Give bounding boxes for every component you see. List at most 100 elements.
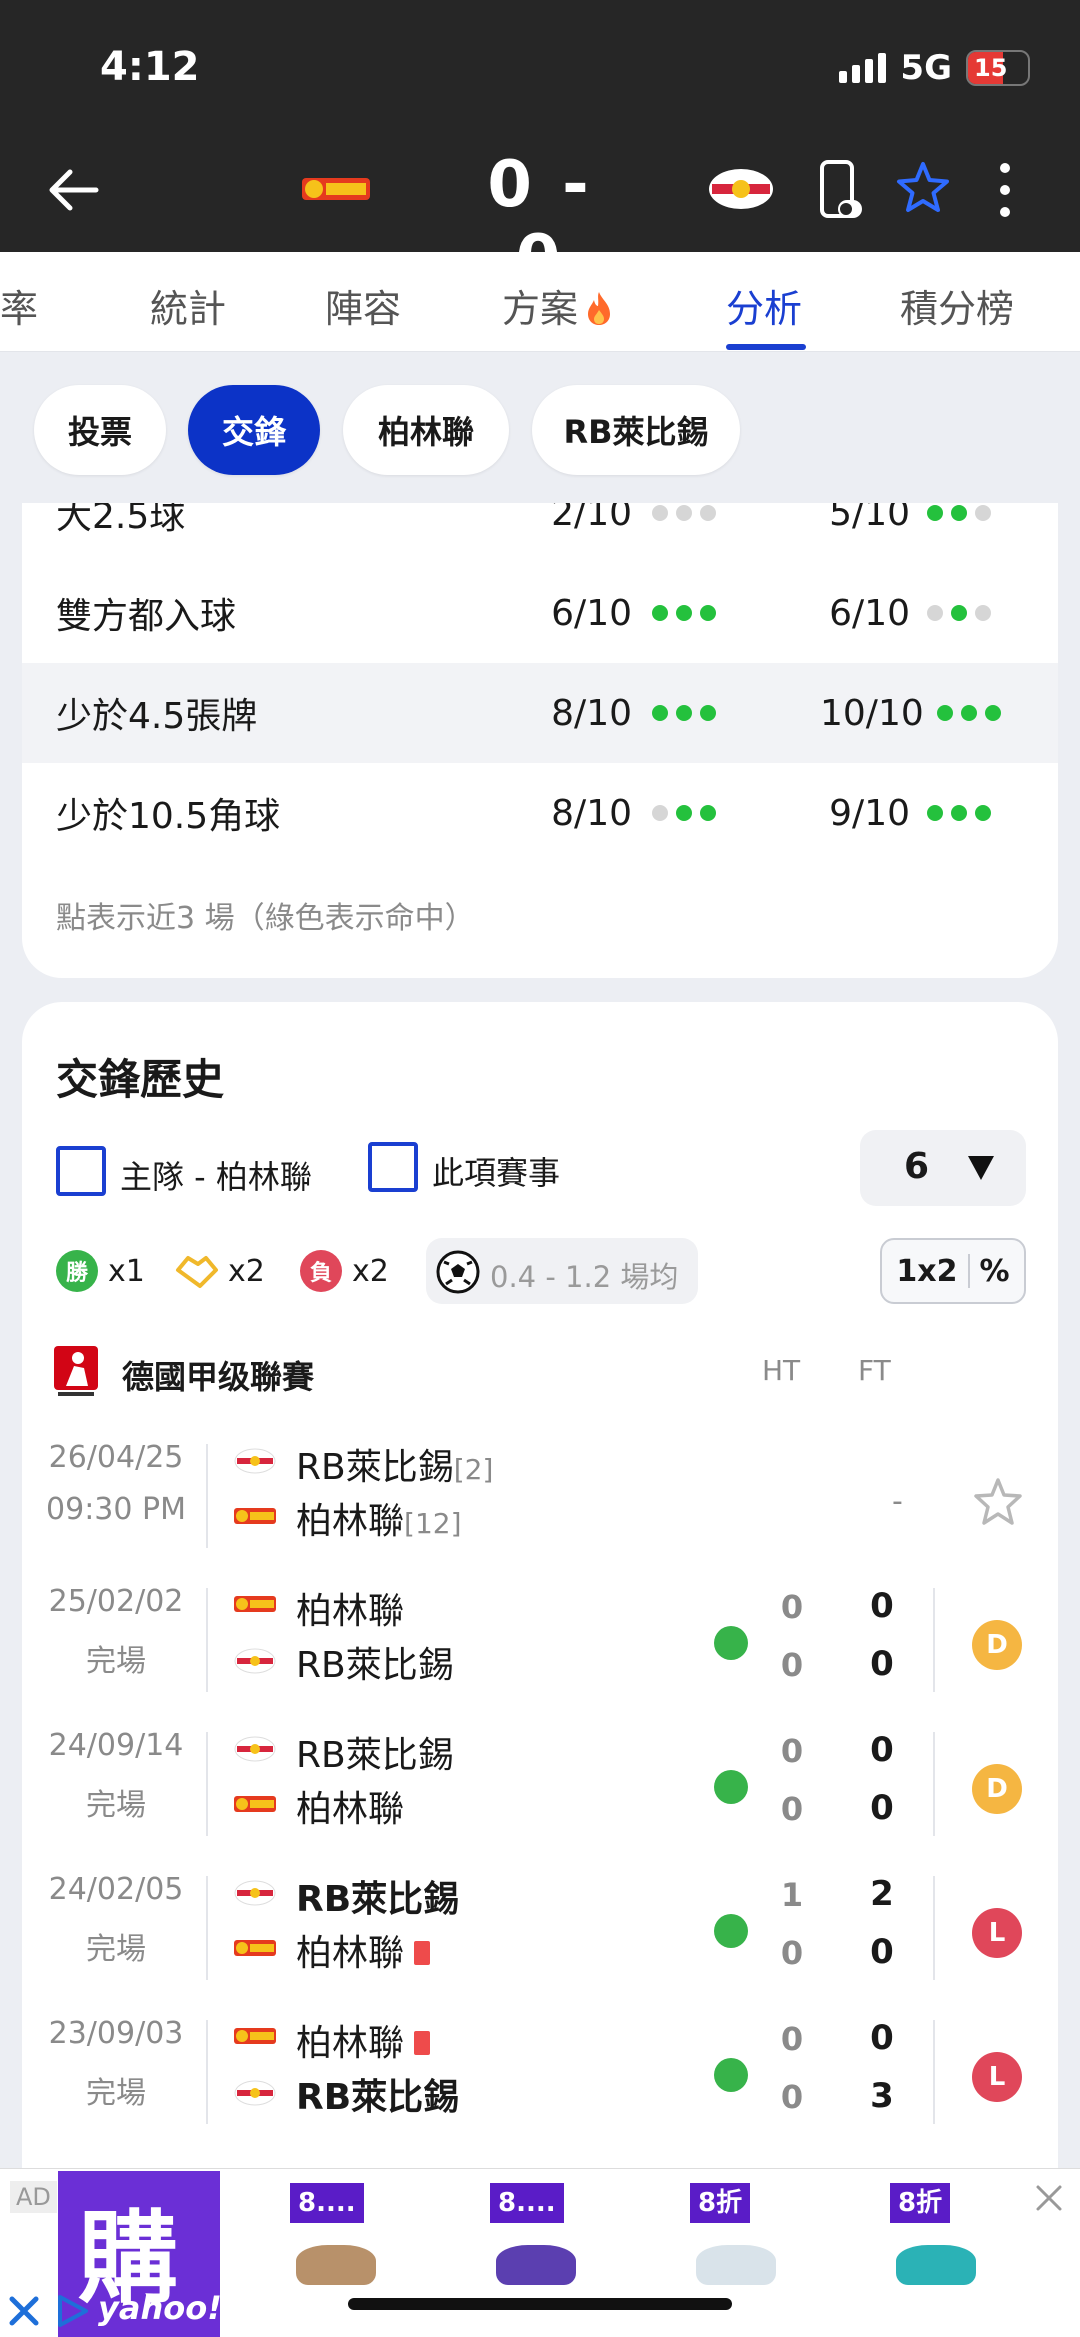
match-stats-icon[interactable] <box>714 1914 748 1948</box>
ft-score-1: 0 <box>870 1730 894 1770</box>
avg-goals-text: 0.4 - 1.2 場均 <box>490 1260 679 1294</box>
ht-score-2: 0 <box>780 1790 804 1828</box>
back-arrow-icon[interactable] <box>44 160 104 220</box>
team-2-name: 柏林聯[12] <box>296 1501 462 1542</box>
ad-product-price: 8.... <box>290 2183 364 2223</box>
away-dots <box>927 805 991 821</box>
ad-product[interactable]: 8.... <box>290 2183 390 2313</box>
league-name: 德國甲级聯賽 <box>122 1358 315 1396</box>
rb-leipzig-logo <box>234 1648 276 1674</box>
stat-label: 雙方都入球 <box>56 596 237 637</box>
tab-standings[interactable]: 積分榜 <box>900 278 1014 333</box>
match-row[interactable]: 25/02/02 完場 柏林聯 RB萊比錫 0 0 0 0 D <box>22 1574 1058 1718</box>
ft-score-1: 0 <box>870 2018 894 2058</box>
stat-row: 少於4.5張牌 8/10 10/10 <box>22 663 1058 763</box>
tab-stats[interactable]: 統計 <box>150 278 226 333</box>
match-row[interactable]: 23/09/03 完場 柏林聯 RB萊比錫 0 0 0 3 L <box>22 2006 1058 2150</box>
shoe-image <box>296 2245 376 2285</box>
home-team-checkbox[interactable] <box>56 1146 106 1196</box>
battery-level: 15 <box>974 54 1008 82</box>
stat-label: 少於4.5張牌 <box>56 696 258 737</box>
stat-label: 少於10.5角球 <box>56 796 281 837</box>
chip-h2h[interactable]: 交鋒 <box>188 385 320 475</box>
tab-tips[interactable]: 方案 <box>502 278 614 333</box>
home-stat: 8/10 <box>551 792 632 834</box>
chip-vote[interactable]: 投票 <box>34 385 166 475</box>
home-team-filter-label: 主隊 - 柏林聯 <box>120 1158 312 1196</box>
team-1-name: 柏林聯 <box>296 2014 431 2066</box>
match-stats-icon[interactable] <box>714 1626 748 1660</box>
ft-score-1: 2 <box>870 1874 894 1914</box>
match-status: 完場 <box>86 1932 146 1967</box>
tab-tips-label: 方案 <box>502 287 579 331</box>
odds-format-toggle[interactable]: 1x2 % <box>880 1238 1026 1304</box>
format-1x2[interactable]: 1x2 <box>896 1254 957 1289</box>
result-badge: L <box>972 1908 1022 1958</box>
away-stat: 9/10 <box>829 792 910 834</box>
shoe-image <box>496 2245 576 2285</box>
win-badge: 勝 <box>56 1250 98 1292</box>
ad-product[interactable]: 8折 <box>690 2183 790 2313</box>
handshake-icon <box>176 1256 218 1288</box>
rb-leipzig-logo <box>234 1448 276 1474</box>
filter-chips: 投票 交鋒 柏林聯 RB萊比錫 <box>0 353 1080 503</box>
format-percent[interactable]: % <box>980 1254 1010 1289</box>
shoe-image <box>696 2245 776 2285</box>
ad-product[interactable]: 8折 <box>890 2183 990 2313</box>
chip-union-berlin[interactable]: 柏林聯 <box>343 385 509 475</box>
competition-checkbox[interactable] <box>368 1142 418 1192</box>
ad-product-price: 8折 <box>690 2183 751 2223</box>
rb-leipzig-logo <box>234 2080 276 2106</box>
match-stats-icon[interactable] <box>714 1770 748 1804</box>
team-1-name: RB萊比錫[2] <box>296 1447 494 1488</box>
ad-choices-icon[interactable] <box>52 2291 92 2331</box>
result-badge: L <box>972 2052 1022 2102</box>
union-berlin-logo <box>234 1940 276 1956</box>
match-status: 完場 <box>86 2076 146 2111</box>
more-options-icon[interactable] <box>990 160 1020 220</box>
tab-lineup[interactable]: 陣容 <box>325 278 401 333</box>
match-count-value: 6 <box>904 1146 930 1187</box>
dismiss-ad-icon[interactable] <box>1032 2181 1066 2215</box>
ht-score-2: 0 <box>780 2078 804 2116</box>
favorite-star-icon[interactable] <box>972 1476 1024 1528</box>
match-row[interactable]: 24/02/05 完場 RB萊比錫 柏林聯 1 0 2 0 L <box>22 1862 1058 2006</box>
union-berlin-logo <box>234 1508 276 1524</box>
dots-legend-note: 點表示近3 場（綠色表示命中） <box>56 901 475 936</box>
yahoo-brand: yahoo! <box>98 2289 222 2327</box>
match-count-select[interactable]: 6 <box>860 1130 1026 1206</box>
stat-label: 大2.5球 <box>56 503 186 537</box>
chip-rb-leipzig[interactable]: RB萊比錫 <box>532 385 740 475</box>
tab-analysis[interactable]: 分析 <box>726 278 802 333</box>
ft-score-2: 3 <box>870 2076 894 2116</box>
match-status: 09:30 PM <box>46 1492 186 1527</box>
ht-score-1: 1 <box>780 1876 804 1914</box>
match-row[interactable]: 26/04/25 09:30 PM RB萊比錫[2] 柏林聯[12] - <box>22 1430 1058 1574</box>
favorite-star-icon[interactable] <box>895 160 951 216</box>
col-fulltime: FT <box>858 1354 891 1387</box>
match-status: 完場 <box>86 1644 146 1679</box>
soccer-ball-icon <box>436 1250 480 1294</box>
rb-leipzig-logo <box>709 169 773 209</box>
league-header: 德國甲级聯賽 HT FT <box>22 1332 1058 1412</box>
phone-toggle-icon[interactable] <box>818 160 864 222</box>
ad-label: AD <box>10 2181 57 2213</box>
home-stat: 2/10 <box>551 503 632 534</box>
team-1-name: RB萊比錫 <box>296 1879 460 1920</box>
union-berlin-logo <box>234 1596 276 1612</box>
home-indicator <box>348 2298 732 2310</box>
ad-product[interactable]: 8.... <box>490 2183 590 2313</box>
stat-row: 少於10.5角球 8/10 9/10 <box>22 763 1058 863</box>
loss-badge: 負 <box>300 1250 342 1292</box>
tab-odds[interactable]: 賠率 <box>0 278 38 333</box>
match-stats-icon[interactable] <box>714 2058 748 2092</box>
match-row[interactable]: 24/09/14 完場 RB萊比錫 柏林聯 0 0 0 0 D <box>22 1718 1058 1862</box>
ft-score-2: 0 <box>870 1788 894 1828</box>
close-icon[interactable] <box>6 2293 42 2329</box>
ad-product-price: 8折 <box>890 2183 951 2223</box>
match-date: 24/02/05 <box>48 1872 184 1907</box>
ad-banner[interactable]: AD 購 yahoo! 8.... 8.... 8折 8折 <box>0 2168 1080 2337</box>
home-dots <box>652 505 716 521</box>
home-stat: 6/10 <box>551 592 632 634</box>
team-2-name: RB萊比錫 <box>296 2077 460 2118</box>
